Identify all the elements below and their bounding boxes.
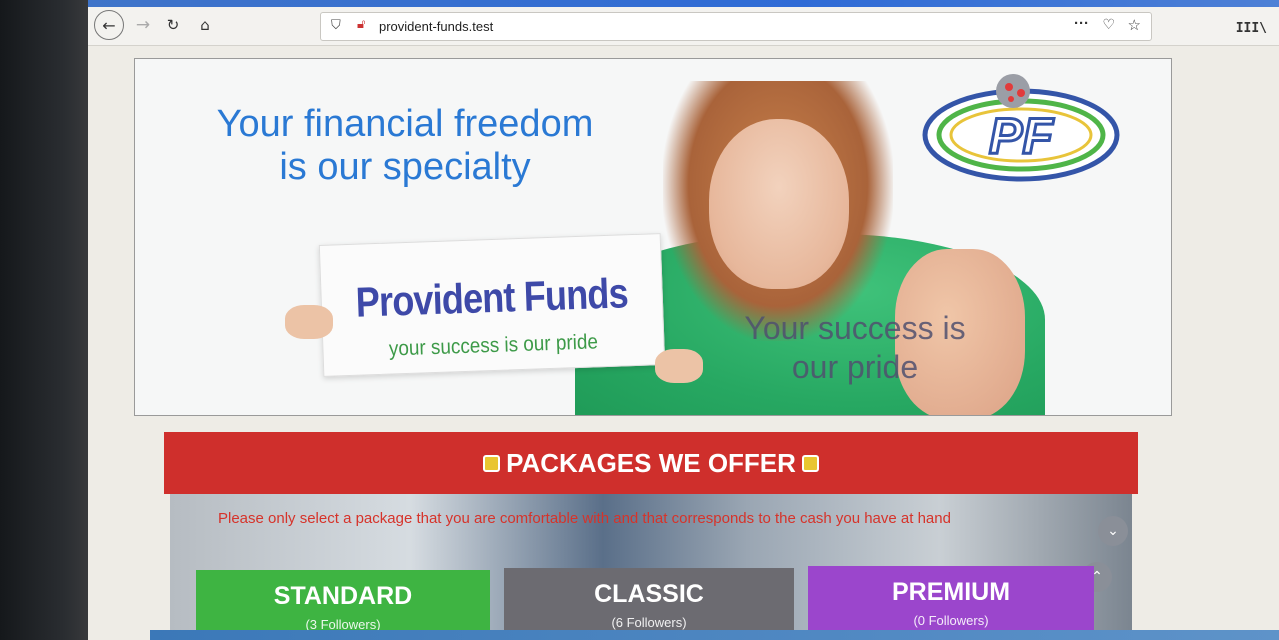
package-name: CLASSIC bbox=[594, 580, 704, 608]
right-hand bbox=[655, 349, 703, 383]
back-icon[interactable]: ← bbox=[94, 10, 124, 40]
sign-title: Provident Funds bbox=[354, 269, 629, 326]
library-icon[interactable]: III\ bbox=[1236, 21, 1267, 36]
left-hand bbox=[285, 305, 333, 339]
shield-icon[interactable]: ⛉ bbox=[331, 18, 341, 33]
package-followers: (6 Followers) bbox=[611, 615, 687, 630]
packages-note: Please only select a package that you ar… bbox=[218, 510, 951, 527]
sign-subtitle: your success is our pride bbox=[388, 330, 599, 361]
logo-text: PF bbox=[989, 108, 1054, 164]
browser-toolbar: ← → ↻ ⌂ ⛉ 🔓︎ provident-funds.test ··· ♡ … bbox=[88, 7, 1279, 46]
package-card-premium[interactable]: PREMIUM (0 Followers) bbox=[808, 566, 1094, 636]
tab-strip bbox=[88, 0, 1279, 7]
os-taskbar bbox=[150, 630, 1279, 640]
bullet-icon bbox=[801, 454, 819, 472]
reload-icon[interactable]: ↻ bbox=[160, 12, 186, 38]
package-name: PREMIUM bbox=[891, 578, 1011, 606]
package-followers: (0 Followers) bbox=[913, 613, 989, 628]
home-icon[interactable]: ⌂ bbox=[192, 12, 218, 38]
bullet-icon bbox=[483, 454, 501, 472]
url-text[interactable]: provident-funds.test bbox=[379, 19, 493, 34]
more-icon[interactable]: ··· bbox=[1074, 15, 1089, 32]
monitor-bezel bbox=[0, 0, 92, 640]
tagline-line-2: our pride bbox=[791, 349, 919, 385]
forward-icon[interactable]: → bbox=[130, 12, 156, 38]
pf-logo: PF bbox=[922, 74, 1120, 182]
packages-title: PACKAGES WE OFFER bbox=[164, 448, 1138, 479]
woman-photo-face bbox=[709, 119, 849, 289]
headline-line-2: is our specialty bbox=[279, 146, 531, 188]
headline-line-1: Your financial freedom bbox=[216, 103, 594, 145]
tagline-line-1: Your success is bbox=[744, 310, 966, 346]
held-sign: Provident Funds your success is our prid… bbox=[318, 233, 666, 377]
hero-banner: Your financial freedom is our specialty … bbox=[134, 58, 1172, 416]
pocket-icon[interactable]: ♡ bbox=[1102, 17, 1115, 33]
package-name: STANDARD bbox=[273, 582, 413, 610]
package-card-classic[interactable]: CLASSIC (6 Followers) bbox=[504, 568, 794, 638]
packages-body: Please only select a package that you ar… bbox=[170, 494, 1132, 640]
packages-title-text: PACKAGES WE OFFER bbox=[506, 448, 796, 478]
hero-headline: Your financial freedom is our specialty bbox=[155, 103, 655, 189]
insecure-lock-icon[interactable]: 🔓︎ bbox=[357, 17, 365, 32]
scroll-down-icon[interactable]: ⌄ bbox=[1098, 516, 1128, 546]
packages-header: PACKAGES WE OFFER bbox=[164, 432, 1138, 494]
hero-tagline: Your success is our pride bbox=[705, 309, 1005, 387]
bookmark-star-icon[interactable]: ☆ bbox=[1128, 16, 1141, 34]
address-bar[interactable]: ⛉ 🔓︎ provident-funds.test ··· ♡ ☆ bbox=[320, 12, 1152, 41]
